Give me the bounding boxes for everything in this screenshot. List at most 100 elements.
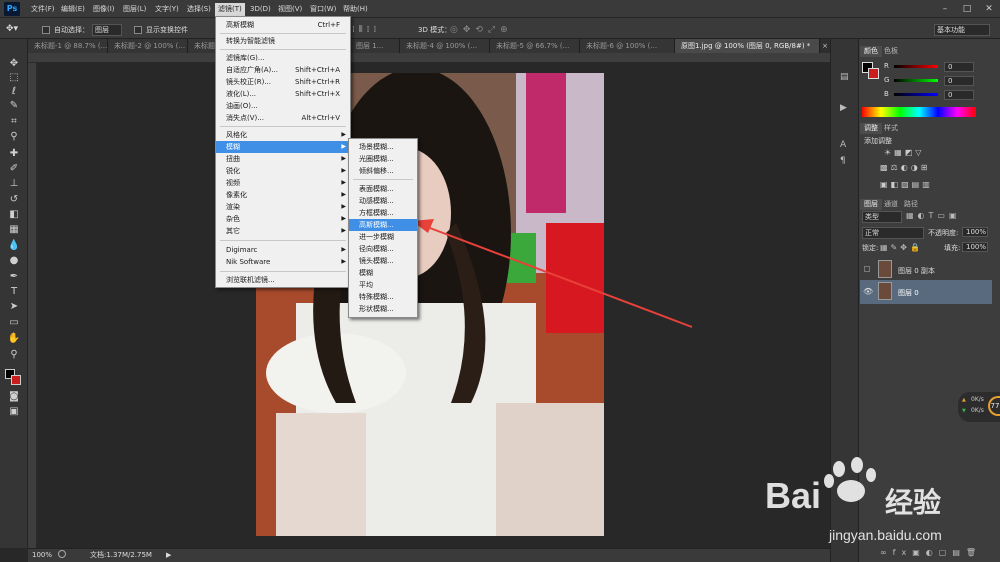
adjustment-icons-row3[interactable]: ▣◧▨▤▥ — [880, 180, 964, 190]
blur-more[interactable]: 进一步模糊 — [349, 231, 417, 243]
move-tool-preset-icon[interactable]: ✥▾ — [6, 22, 36, 36]
tab-untitled-1[interactable]: 未标题-1 @ 88.7% (... — [28, 39, 108, 53]
layer-copy-visibility-icon[interactable] — [864, 266, 870, 272]
character-panel-icon[interactable]: A — [840, 140, 850, 150]
filter-blur[interactable]: 模糊 ▶ — [216, 141, 350, 153]
lock-icons[interactable]: ▦✎✥🔒 — [880, 243, 930, 253]
color-bg-swatch[interactable] — [868, 68, 879, 79]
blur-simple[interactable]: 模糊 — [349, 267, 417, 279]
r-slider[interactable] — [894, 65, 938, 68]
tab-untitled-2[interactable]: 未标题-2 @ 100% (... — [108, 39, 188, 53]
minimize-icon[interactable]: – — [934, 0, 956, 18]
blur-shape[interactable]: 形状模糊... — [349, 303, 417, 315]
zoom-tool-icon[interactable]: ⚲ — [6, 349, 22, 361]
blur-iris[interactable]: 光圈模糊... — [349, 153, 417, 165]
eyedropper-tool-icon[interactable]: ⚲ — [6, 131, 22, 143]
tab-channels[interactable]: 通道 — [880, 199, 902, 210]
blur-smart[interactable]: 特殊模糊... — [349, 291, 417, 303]
shape-tool-icon[interactable]: ▭ — [6, 317, 22, 329]
history-panel-icon[interactable]: ▤ — [840, 72, 850, 82]
filter-convert-smart[interactable]: 转换为智能滤镜 — [216, 35, 350, 47]
blur-tilt-shift[interactable]: 倾斜偏移... — [349, 165, 417, 177]
tab-untitled-6[interactable]: 未标题-6 @ 100% (... — [580, 39, 675, 53]
filter-last-gaussian[interactable]: 高斯模糊 Ctrl+F — [216, 19, 350, 31]
menu-view[interactable]: 视图(V) — [275, 3, 305, 16]
blur-motion[interactable]: 动感模糊... — [349, 195, 417, 207]
filter-oil-paint[interactable]: 油画(O)... — [216, 100, 350, 112]
tab-swatches[interactable]: 色板 — [880, 46, 902, 57]
pen-tool-icon[interactable]: ✒ — [6, 271, 22, 283]
menu-layer[interactable]: 图层(L) — [120, 3, 149, 16]
g-slider[interactable] — [894, 79, 938, 82]
filter-liquify[interactable]: 液化(L)... Shift+Ctrl+X — [216, 88, 350, 100]
tab-paths[interactable]: 路径 — [900, 199, 922, 210]
color-spectrum-bar[interactable] — [862, 107, 976, 117]
gradient-tool-icon[interactable]: ▦ — [6, 224, 22, 236]
tab-untitled-5[interactable]: 未标题-5 @ 66.7% (... — [490, 39, 580, 53]
blur-box[interactable]: 方框模糊... — [349, 207, 417, 219]
tab-close-icon[interactable]: × — [820, 39, 830, 53]
adjustment-icons-row1[interactable]: ☀▦◩▽ — [884, 148, 954, 158]
fill-value[interactable]: 100% — [962, 242, 988, 252]
filter-browse-online[interactable]: 浏览联机滤镜... — [216, 274, 350, 286]
path-select-icon[interactable]: ➤ — [6, 301, 22, 313]
filter-digimarc[interactable]: Digimarc ▶ — [216, 244, 350, 256]
paragraph-panel-icon[interactable]: ¶ — [840, 156, 850, 166]
tab-layer-1[interactable]: 图层 1... — [350, 39, 400, 53]
menu-help[interactable]: 帮助(H) — [340, 3, 371, 16]
filter-gallery[interactable]: 滤镜库(G)... — [216, 52, 350, 64]
healing-tool-icon[interactable]: ✚ — [6, 148, 22, 160]
tab-layers[interactable]: 图层 — [860, 199, 882, 210]
filter-other[interactable]: 其它 ▶ — [216, 225, 350, 237]
layer-base-visibility-icon[interactable]: 👁 — [863, 287, 873, 296]
tab-original-photo[interactable]: 原图1.jpg @ 100% (图层 0, RGB/8#) * — [675, 39, 820, 53]
filter-noise[interactable]: 杂色 ▶ — [216, 213, 350, 225]
actions-panel-icon[interactable]: ▶ — [840, 103, 850, 113]
adjustment-icons-row2[interactable]: ▩⚖◐◑⊞ — [880, 163, 964, 173]
b-slider[interactable] — [894, 93, 938, 96]
type-tool-icon[interactable]: T — [6, 286, 22, 298]
menu-3d[interactable]: 3D(D) — [247, 3, 274, 16]
eraser-tool-icon[interactable]: ◧ — [6, 209, 22, 221]
screen-mode-icon[interactable]: ▣ — [6, 406, 22, 418]
filter-stylize[interactable]: 风格化 ▶ — [216, 129, 350, 141]
filter-lens-correction[interactable]: 镜头校正(R)... Shift+Ctrl+R — [216, 76, 350, 88]
dodge-tool-icon[interactable]: ● — [6, 255, 22, 267]
blur-gaussian[interactable]: 高斯模糊... — [349, 219, 417, 231]
blend-mode-dropdown[interactable]: 正常 — [862, 227, 924, 239]
menu-edit[interactable]: 编辑(E) — [58, 3, 88, 16]
menu-select[interactable]: 选择(S) — [184, 3, 214, 16]
close-icon[interactable]: ✕ — [978, 0, 1000, 18]
blur-lens[interactable]: 镜头模糊... — [349, 255, 417, 267]
blur-tool-icon[interactable]: 💧 — [6, 240, 22, 252]
filter-render[interactable]: 渲染 ▶ — [216, 201, 350, 213]
history-brush-icon[interactable]: ↺ — [6, 194, 22, 206]
filter-vanishing-point[interactable]: 消失点(V)... Alt+Ctrl+V — [216, 112, 350, 124]
filter-nik-software[interactable]: Nik Software ▶ — [216, 256, 350, 268]
hand-tool-icon[interactable]: ✋ — [6, 333, 22, 345]
quick-mask-icon[interactable]: ◙ — [6, 391, 22, 403]
blur-average[interactable]: 平均 — [349, 279, 417, 291]
move-tool-icon[interactable]: ✥ — [6, 58, 22, 70]
show-transform-checkbox[interactable] — [134, 26, 142, 34]
workspace-dropdown[interactable]: 基本功能 — [934, 24, 990, 36]
brush-tool-icon[interactable]: ✐ — [6, 163, 22, 175]
blur-field[interactable]: 场景模糊... — [349, 141, 417, 153]
background-color-swatch[interactable] — [11, 375, 21, 385]
tab-untitled-4[interactable]: 未标题-4 @ 100% (... — [400, 39, 490, 53]
crop-tool-icon[interactable]: ⌗ — [6, 116, 22, 128]
lasso-tool-icon[interactable]: ℓ — [6, 86, 22, 98]
blur-radial[interactable]: 径向模糊... — [349, 243, 417, 255]
tab-color[interactable]: 颜色 — [860, 46, 882, 57]
maximize-icon[interactable]: □ — [956, 0, 978, 18]
3d-mode-icons[interactable]: ◎✥⟲⤢⊕ — [450, 23, 530, 37]
layer-base-name[interactable]: 图层 0 — [898, 288, 919, 298]
layer-filter-icons[interactable]: ▦◐T▭▣ — [906, 211, 986, 221]
menu-window[interactable]: 窗口(W) — [307, 3, 339, 16]
menu-type[interactable]: 文字(Y) — [152, 3, 182, 16]
filter-distort[interactable]: 扭曲 ▶ — [216, 153, 350, 165]
stamp-tool-icon[interactable]: ⊥ — [6, 178, 22, 190]
blur-surface[interactable]: 表面模糊... — [349, 183, 417, 195]
status-menu-arrow-icon[interactable]: ▶ — [166, 550, 171, 560]
auto-select-dropdown[interactable]: 图层 — [92, 24, 122, 36]
